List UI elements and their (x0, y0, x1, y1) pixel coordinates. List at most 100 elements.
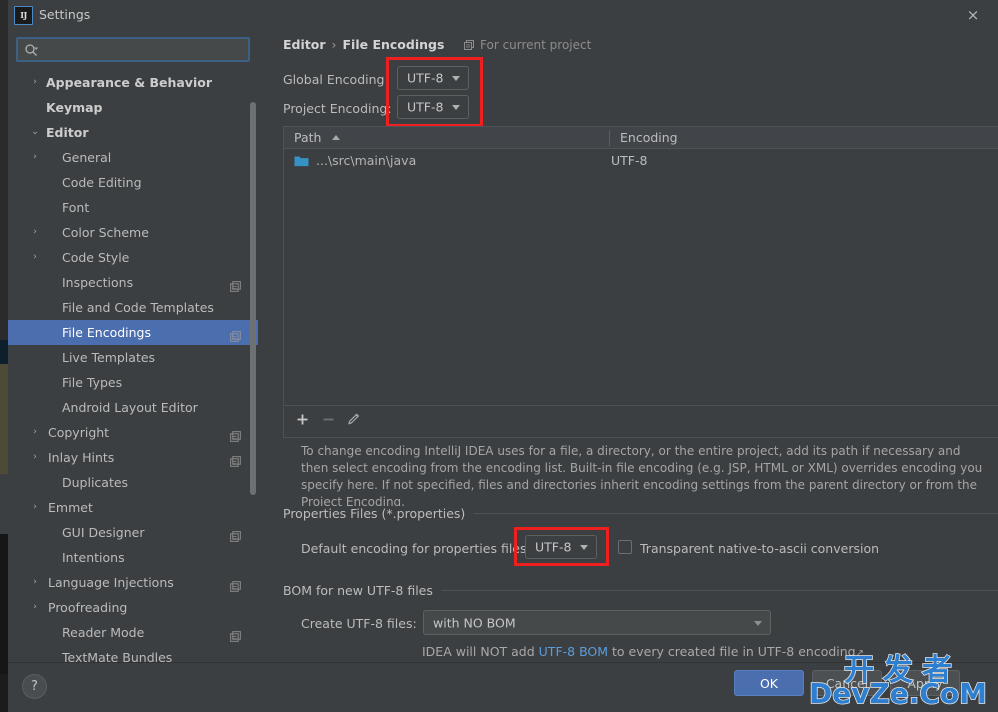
sidebar-item-label: Code Style (62, 250, 130, 265)
dialog-title: Settings (39, 7, 91, 22)
sidebar-item-inlay-hints[interactable]: › Inlay Hints (8, 445, 258, 470)
transparent-native-to-ascii-checkbox[interactable] (618, 540, 632, 554)
create-utf8-files-dropdown[interactable]: with NO BOM (423, 610, 771, 635)
copy-scope-icon (229, 451, 242, 467)
breadcrumb-parent[interactable]: Editor (283, 37, 326, 52)
table-row[interactable]: ...\src\main\java UTF-8 (284, 149, 998, 175)
sidebar-item-appearance-behavior[interactable]: › Appearance & Behavior (8, 70, 258, 95)
plus-icon (297, 414, 307, 425)
sidebar-item-label: Code Editing (62, 175, 142, 190)
chevron-right-icon[interactable]: › (30, 220, 40, 245)
project-encoding-label: Project Encoding: (283, 101, 392, 116)
sidebar-item-textmate-bundles[interactable]: TextMate Bundles (8, 645, 258, 662)
copy-scope-icon (229, 426, 242, 442)
screenshot-root: IJ Settings × › Appearance & Behavior Keym… (0, 0, 998, 712)
sidebar-item-general[interactable]: › General (8, 145, 258, 170)
search-field[interactable] (16, 37, 250, 62)
sidebar-item-label: Color Scheme (62, 225, 149, 240)
sidebar-item-label: General (62, 150, 112, 165)
sidebar-item-label: Emmet (48, 500, 93, 515)
sidebar-item-file-encodings[interactable]: File Encodings (8, 320, 258, 345)
copy-scope-icon (229, 326, 242, 342)
chevron-right-icon[interactable]: › (30, 595, 40, 620)
sort-ascending-icon (332, 135, 341, 140)
utf8-bom-link[interactable]: UTF-8 BOM (539, 644, 608, 659)
add-button[interactable] (292, 412, 312, 432)
sidebar-item-duplicates[interactable]: Duplicates (8, 470, 258, 495)
copy-scope-icon (463, 39, 475, 54)
sidebar-item-emmet[interactable]: › Emmet (8, 495, 258, 520)
encodings-table[interactable]: Path Encoding ...\src\main\java UTF-8 (283, 126, 998, 406)
table-header-row: Path Encoding (284, 127, 998, 149)
chevron-down-icon (452, 76, 460, 81)
search-icon (25, 44, 38, 56)
sidebar-item-label: Inlay Hints (48, 450, 115, 465)
chevron-right-icon[interactable]: › (30, 570, 40, 595)
sidebar-item-code-style[interactable]: › Code Style (8, 245, 258, 270)
table-toolbar (283, 407, 998, 438)
sidebar-item-proofreading[interactable]: › Proofreading (8, 595, 258, 620)
minus-icon (323, 418, 333, 421)
folder-icon (294, 156, 309, 167)
sidebar-item-gui-designer[interactable]: GUI Designer (8, 520, 258, 545)
sidebar-item-intentions[interactable]: Intentions (8, 545, 258, 570)
chevron-right-icon[interactable]: › (30, 245, 40, 270)
encoding-help-text: To change encoding IntelliJ IDEA uses fo… (301, 444, 983, 509)
copy-scope-icon (229, 626, 242, 642)
ok-button[interactable]: OK (734, 670, 804, 696)
chevron-right-icon[interactable]: › (30, 420, 40, 445)
sidebar-item-label: Appearance & Behavior (46, 75, 212, 90)
close-icon[interactable]: × (962, 5, 984, 27)
settings-tree[interactable]: › Appearance & Behavior Keymap ⌄ Editor › Gene… (8, 70, 258, 662)
column-header-path[interactable]: Path (294, 127, 341, 149)
sidebar-item-color-scheme[interactable]: › Color Scheme (8, 220, 258, 245)
chevron-right-icon[interactable]: › (30, 445, 40, 470)
chevron-down-icon (580, 545, 588, 550)
chevron-right-icon[interactable]: › (30, 70, 40, 95)
sidebar-scrollbar[interactable] (248, 70, 258, 662)
project-encoding-dropdown[interactable]: UTF-8 (397, 95, 469, 119)
column-divider[interactable] (609, 130, 610, 146)
sidebar-scrollbar-thumb[interactable] (250, 102, 256, 495)
sidebar-item-reader-mode[interactable]: Reader Mode (8, 620, 258, 645)
copy-scope-icon (229, 576, 242, 592)
sidebar-item-file-and-code-templates[interactable]: File and Code Templates (8, 295, 258, 320)
chevron-down-icon[interactable]: ⌄ (30, 120, 40, 145)
sidebar-item-language-injections[interactable]: › Language Injections (8, 570, 258, 595)
scope-note-label: For current project (480, 38, 592, 52)
dialog-title-bar: IJ Settings × (8, 0, 998, 30)
sidebar-item-font[interactable]: Font (8, 195, 258, 220)
edit-button[interactable] (344, 412, 364, 432)
sidebar-item-code-editing[interactable]: Code Editing (8, 170, 258, 195)
sidebar-item-keymap[interactable]: Keymap (8, 95, 258, 120)
bom-hint-prefix: IDEA will NOT add (422, 644, 539, 659)
edit-pencil-icon (348, 413, 360, 425)
sidebar-item-live-templates[interactable]: Live Templates (8, 345, 258, 370)
global-encoding-dropdown[interactable]: UTF-8 (397, 66, 469, 90)
cancel-button[interactable]: Cancel (812, 670, 882, 696)
table-cell-encoding[interactable]: UTF-8 (611, 153, 647, 168)
bom-hint: IDEA will NOT add UTF-8 BOM to every cre… (422, 644, 864, 659)
sidebar-item-label: Inspections (62, 275, 134, 290)
bom-group-separator (430, 590, 998, 591)
search-input[interactable] (44, 39, 248, 62)
chevron-right-icon[interactable]: › (30, 495, 40, 520)
dialog-bottom-bar: ? OK Cancel Apply (8, 662, 998, 712)
sidebar-item-editor[interactable]: ⌄ Editor (8, 120, 258, 145)
properties-group-title: Properties Files (*.properties) (283, 506, 474, 521)
remove-button[interactable] (318, 412, 338, 432)
bom-hint-suffix: to every created file in UTF-8 encoding (608, 644, 856, 659)
apply-button[interactable]: Apply (890, 670, 960, 696)
help-button[interactable]: ? (22, 674, 47, 699)
copy-scope-icon (229, 276, 242, 292)
sidebar-item-label: Live Templates (62, 350, 156, 365)
default-properties-encoding-dropdown[interactable]: UTF-8 (525, 535, 597, 559)
sidebar-item-inspections[interactable]: Inspections (8, 270, 258, 295)
copy-scope-icon (229, 526, 242, 542)
column-header-encoding[interactable]: Encoding (620, 127, 678, 149)
sidebar-item-android-layout-editor[interactable]: Android Layout Editor (8, 395, 258, 420)
chevron-right-icon[interactable]: › (30, 145, 40, 170)
sidebar-item-file-types[interactable]: File Types (8, 370, 258, 395)
sidebar-item-label: File Types (62, 375, 123, 390)
sidebar-item-copyright[interactable]: › Copyright (8, 420, 258, 445)
